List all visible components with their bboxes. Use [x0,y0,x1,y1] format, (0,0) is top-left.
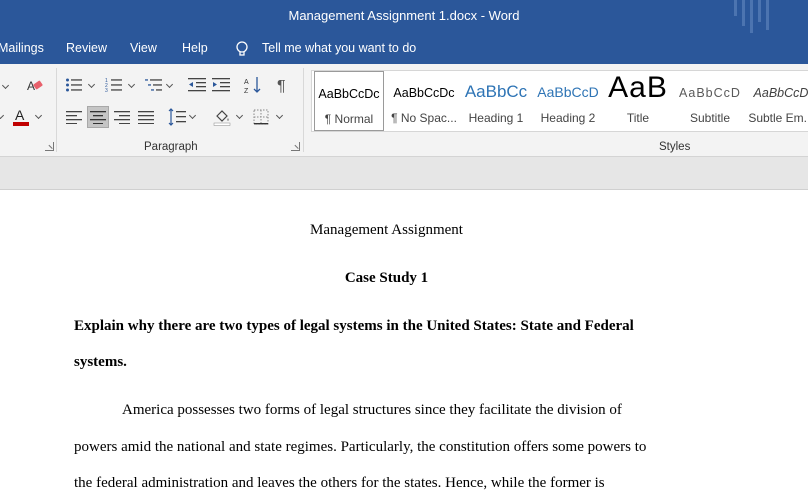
style-preview: AaBbCcDc [393,86,455,100]
bullets-icon[interactable] [63,74,85,96]
increase-indent-icon[interactable] [210,74,232,96]
decrease-indent-icon[interactable] [186,74,208,96]
svg-text:A: A [15,107,25,123]
group-separator [56,68,57,152]
font-dialog-launcher-icon[interactable] [45,142,54,151]
sort-icon[interactable]: A Z [242,74,264,96]
title-bar: Management Assignment 1.docx - Word [0,0,808,33]
font-color-dropdown-icon[interactable] [35,112,43,120]
question-line[interactable]: Explain why there are two types of legal… [74,318,634,335]
font-color-icon[interactable]: A [10,106,32,128]
document-area[interactable]: Management Assignment Case Study 1 Expla… [0,157,808,491]
style-preview: AaBbCcD [679,86,741,100]
style-preview: AaBbCcD [753,86,808,100]
show-formatting-marks-icon[interactable]: ¶ [272,74,294,96]
align-left-icon[interactable] [63,106,85,128]
borders-dropdown-icon[interactable] [276,112,284,120]
multilevel-list-icon[interactable] [143,74,165,96]
window-title: Management Assignment 1.docx - Word [288,8,520,23]
ribbon-tabs: Mailings Review View Help Tell me what y… [0,33,808,64]
style-no-spacing[interactable]: AaBbCcDc ¶ No Spac... [388,71,460,131]
paragraph-group-label: Paragraph [144,141,198,153]
body-line[interactable]: powers amid the national and state regim… [74,439,646,456]
svg-text:Z: Z [244,88,249,94]
multilevel-dropdown-icon[interactable] [166,81,174,89]
align-right-icon[interactable] [111,106,133,128]
style-name: ¶ Normal [324,112,374,126]
tab-help[interactable]: Help [182,41,208,55]
group-separator [303,68,304,152]
lightbulb-icon[interactable] [234,40,250,58]
numbering-dropdown-icon[interactable] [128,81,136,89]
tell-me-search[interactable]: Tell me what you want to do [262,41,416,55]
svg-text:A: A [27,79,35,93]
styles-gallery: AaBbCcDc ¶ Normal AaBbCcDc ¶ No Spac... … [311,70,808,132]
shading-icon[interactable] [211,106,233,128]
style-heading-1[interactable]: AaBbCc Heading 1 [460,71,532,131]
line-spacing-icon[interactable] [166,106,188,128]
bullets-dropdown-icon[interactable] [88,81,96,89]
line-spacing-dropdown-icon[interactable] [189,112,197,120]
document-page[interactable]: Management Assignment Case Study 1 Expla… [0,189,808,491]
borders-icon[interactable] [250,106,272,128]
styles-group-label: Styles [659,141,691,153]
style-title[interactable]: AaB Title [602,71,674,131]
font-size-dropdown-icon[interactable] [2,82,10,90]
tab-view[interactable]: View [130,41,157,55]
ribbon: A A 1 2 3 A Z ¶ Paragraph AaBbCcDc ¶ Nor… [0,64,808,157]
style-name: Title [626,111,650,125]
body-line[interactable]: the federal administration and leaves th… [74,475,605,491]
clear-formatting-icon[interactable]: A [24,75,46,97]
style-name: Subtitle [689,111,731,125]
style-name: Heading 2 [540,111,596,125]
justify-icon[interactable] [135,106,157,128]
style-name: ¶ No Spac... [391,111,457,125]
svg-text:A: A [244,79,249,86]
style-heading-2[interactable]: AaBbCcD Heading 2 [532,71,604,131]
align-center-icon[interactable] [87,106,109,128]
shading-dropdown-icon[interactable] [236,112,244,120]
style-name: Heading 1 [468,111,524,125]
style-subtle-emphasis[interactable]: AaBbCcD Subtle Em... [746,71,808,131]
title-bar-pattern [730,0,778,33]
document-title[interactable]: Management Assignment [0,222,773,239]
paragraph-dialog-launcher-icon[interactable] [291,142,300,151]
style-preview: AaBbCcD [537,84,599,100]
svg-text:3: 3 [105,88,108,93]
style-preview: AaBbCc [464,82,528,101]
style-preview: AaB [608,71,668,104]
numbering-icon[interactable]: 1 2 3 [103,74,125,96]
svg-text:¶: ¶ [277,78,286,94]
style-name: Subtle Em... [748,111,808,125]
tab-mailings[interactable]: Mailings [0,41,44,55]
case-study-heading[interactable]: Case Study 1 [0,270,773,287]
style-normal[interactable]: AaBbCcDc ¶ Normal [314,71,384,131]
body-line[interactable]: America possesses two forms of legal str… [122,402,622,419]
highlight-dropdown-icon[interactable] [0,112,5,120]
question-line[interactable]: systems. [74,354,127,371]
style-subtitle[interactable]: AaBbCcD Subtitle [674,71,746,131]
tab-review[interactable]: Review [66,41,107,55]
style-preview: AaBbCcDc [318,87,380,101]
